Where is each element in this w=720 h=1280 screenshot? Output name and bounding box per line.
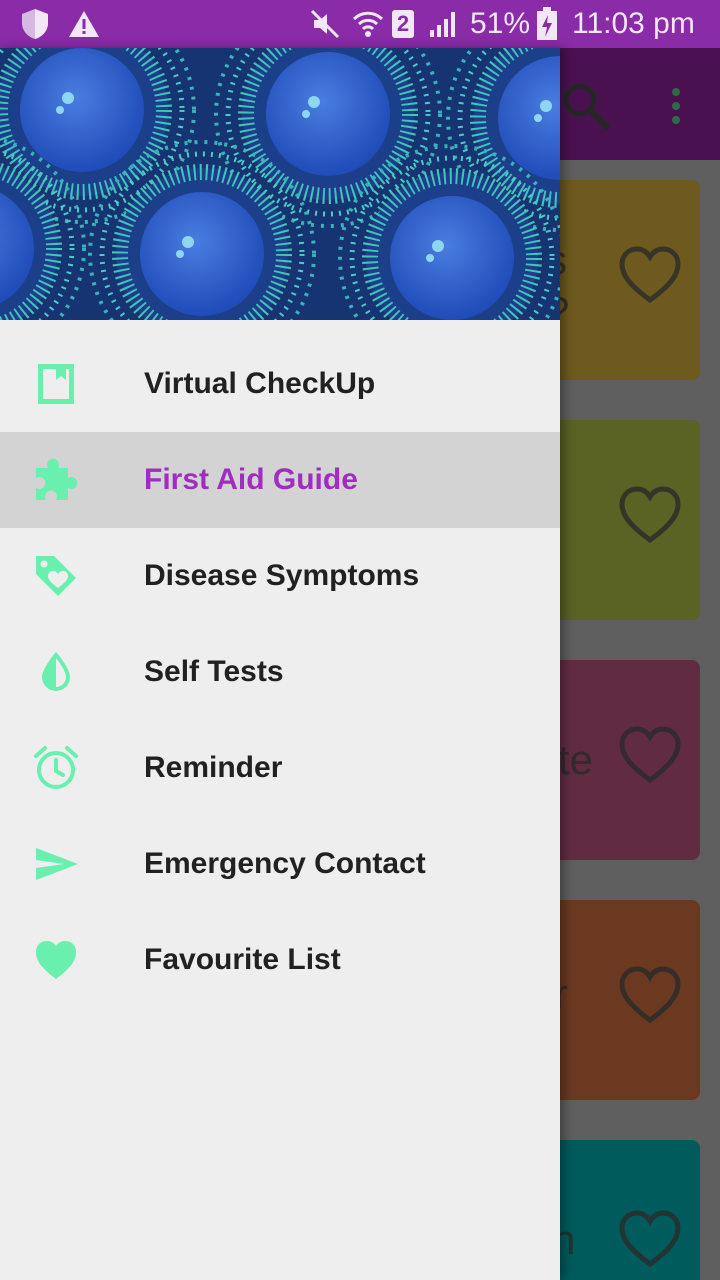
card[interactable]: s? xyxy=(540,180,700,380)
menu-item-emergency-contact[interactable]: Emergency Contact xyxy=(0,816,560,912)
card[interactable]: te xyxy=(540,660,700,860)
menu-item-label: Reminder xyxy=(144,751,283,784)
tag-heart-icon xyxy=(32,552,80,600)
puzzle-icon xyxy=(32,456,80,504)
heart-outline-icon[interactable] xyxy=(618,966,682,1028)
bookmark-icon xyxy=(32,360,80,408)
card[interactable] xyxy=(540,420,700,620)
drawer-menu: Virtual CheckUp First Aid Guide Disease … xyxy=(0,336,560,1008)
alarm-icon xyxy=(32,744,80,792)
warning-icon xyxy=(68,0,100,48)
sim-number: 2 xyxy=(392,10,414,38)
drawer-header-image xyxy=(0,48,560,320)
heart-icon xyxy=(32,936,80,984)
heart-outline-icon[interactable] xyxy=(618,726,682,788)
overflow-menu-icon[interactable] xyxy=(668,86,684,130)
menu-item-disease-symptoms[interactable]: Disease Symptoms xyxy=(0,528,560,624)
menu-item-self-tests[interactable]: Self Tests xyxy=(0,624,560,720)
battery-icon xyxy=(536,0,558,48)
contrast-drop-icon xyxy=(32,648,80,696)
clock: 11:03 pm xyxy=(572,7,695,40)
menu-item-first-aid-guide[interactable]: First Aid Guide xyxy=(0,432,560,528)
heart-outline-icon[interactable] xyxy=(618,246,682,308)
mute-icon xyxy=(310,0,340,48)
send-icon xyxy=(32,840,80,888)
card[interactable]: n xyxy=(540,1140,700,1280)
menu-item-label: Virtual CheckUp xyxy=(144,367,376,400)
sim-icon: 2 xyxy=(392,0,414,48)
card-title-peek: te xyxy=(558,736,594,783)
menu-item-favourite-list[interactable]: Favourite List xyxy=(0,912,560,1008)
heart-outline-icon[interactable] xyxy=(618,1210,682,1272)
navigation-drawer: Virtual CheckUp First Aid Guide Disease … xyxy=(0,48,560,1280)
menu-item-label: First Aid Guide xyxy=(144,463,358,496)
battery-percent: 51% xyxy=(470,7,531,40)
search-icon[interactable] xyxy=(560,80,612,136)
menu-item-label: Emergency Contact xyxy=(144,847,426,880)
heart-outline-icon[interactable] xyxy=(618,486,682,548)
menu-item-reminder[interactable]: Reminder xyxy=(0,720,560,816)
shield-icon xyxy=(20,0,50,48)
menu-item-label: Self Tests xyxy=(144,655,284,688)
menu-item-label: Disease Symptoms xyxy=(144,559,420,592)
menu-item-label: Favourite List xyxy=(144,943,341,976)
menu-item-virtual-checkup[interactable]: Virtual CheckUp xyxy=(0,336,560,432)
wifi-icon xyxy=(352,0,384,48)
signal-icon xyxy=(428,0,458,48)
card[interactable]: r xyxy=(540,900,700,1100)
status-bar: 2 51% 11:03 pm xyxy=(0,0,720,48)
